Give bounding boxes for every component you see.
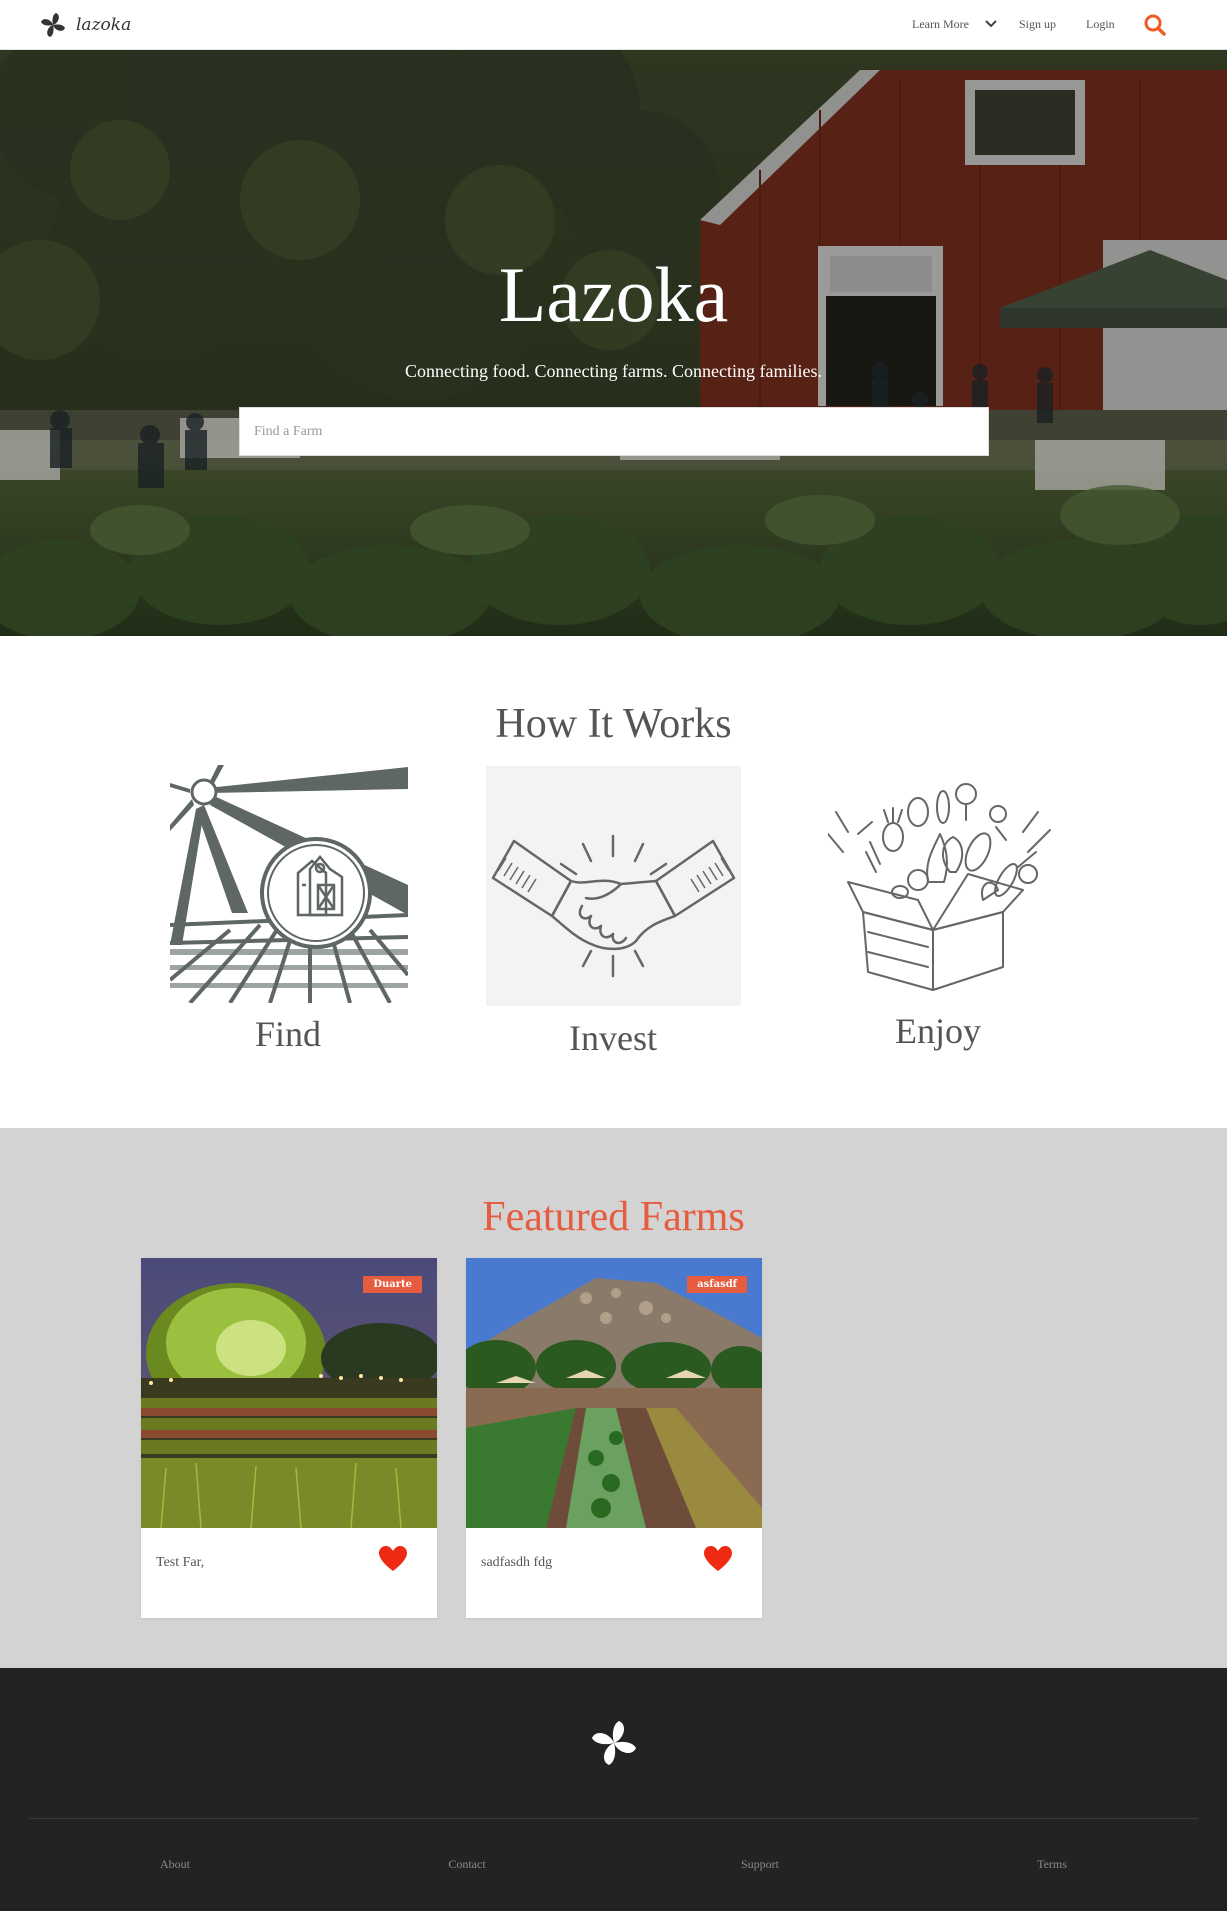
hero-title: Lazoka	[498, 251, 729, 338]
footer-divider	[29, 1818, 1198, 1819]
brand-logo[interactable]: lazoka	[38, 9, 131, 41]
footer-link-terms[interactable]: Terms	[992, 1857, 1112, 1872]
hero-section: Lazoka Connecting food. Connecting farms…	[0, 50, 1227, 636]
find-farm-search-input[interactable]	[239, 407, 989, 456]
farm-card[interactable]: Duarte Test Far,	[141, 1258, 437, 1618]
chevron-down-icon[interactable]	[985, 19, 997, 29]
farm-card-photo[interactable]	[466, 1258, 762, 1528]
heart-icon[interactable]	[704, 1546, 732, 1572]
nav-sign-up[interactable]: Sign up	[1019, 17, 1056, 32]
step-invest-label: Invest	[569, 1018, 657, 1058]
hero-subtitle: Connecting food. Connecting farms. Conne…	[405, 361, 822, 381]
pinwheel-logo-icon[interactable]	[587, 1716, 641, 1770]
top-navbar: lazoka Learn More Sign up Login	[0, 0, 1227, 50]
nav-login[interactable]: Login	[1086, 17, 1115, 32]
farm-name[interactable]: Test Far,	[156, 1555, 204, 1571]
step-enjoy-label: Enjoy	[895, 1011, 981, 1051]
brand-name: lazoka	[76, 15, 132, 35]
footer-link-support[interactable]: Support	[700, 1857, 820, 1872]
farm-card-photo[interactable]	[141, 1258, 437, 1528]
featured-farms-title: Featured Farms	[482, 1194, 745, 1240]
farm-card[interactable]: asfasdf sadfasdh fdg	[466, 1258, 762, 1618]
hero-overlay	[0, 50, 1227, 636]
site-footer: About Contact Support Terms	[0, 1668, 1227, 1911]
farm-owner-badge: asfasdf	[687, 1276, 747, 1293]
farm-name[interactable]: sadfasdh fdg	[481, 1555, 552, 1571]
pinwheel-logo-icon	[41, 13, 65, 37]
night-field-photo	[141, 1258, 437, 1528]
footer-link-contact[interactable]: Contact	[407, 1857, 527, 1872]
heart-icon[interactable]	[379, 1546, 407, 1572]
vegetable-box-illustration	[828, 783, 1051, 991]
hillside-garden-photo	[466, 1258, 762, 1528]
how-it-works-title: How It Works	[495, 701, 732, 747]
nav-learn-more[interactable]: Learn More	[912, 17, 969, 32]
footer-link-about[interactable]: About	[115, 1857, 235, 1872]
farm-magnifier-illustration	[170, 765, 408, 1003]
featured-farms-section: Featured Farms Duarte Test Far, asfasdf …	[0, 1128, 1227, 1668]
step-find-label: Find	[254, 1014, 322, 1054]
search-icon[interactable]	[1143, 13, 1167, 37]
handshake-illustration	[486, 766, 741, 1006]
farm-owner-badge: Duarte	[363, 1276, 422, 1293]
